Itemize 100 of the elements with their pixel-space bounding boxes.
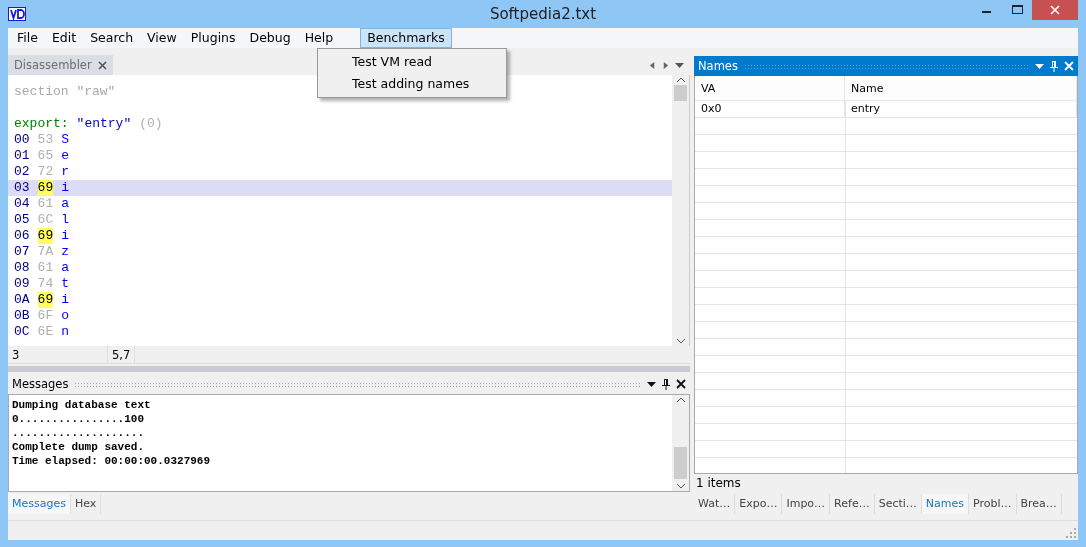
code-row[interactable]: 01 65 e bbox=[8, 148, 672, 164]
panel-tab[interactable]: Messages bbox=[8, 494, 71, 514]
char-text: a bbox=[61, 260, 70, 276]
code-row[interactable]: 02 72 r bbox=[8, 164, 672, 180]
code-row[interactable]: 0A 69 i bbox=[8, 292, 672, 308]
code-row[interactable]: 0B 6F o bbox=[8, 308, 672, 324]
scroll-up-icon[interactable] bbox=[676, 77, 685, 82]
panel-tab[interactable]: Expo… bbox=[735, 494, 783, 514]
offset-text: 0A bbox=[14, 292, 30, 308]
offset-text: 05 bbox=[14, 212, 30, 228]
window-title: Softpedia2.txt bbox=[489, 5, 597, 23]
column-header[interactable]: VA bbox=[695, 76, 845, 101]
offset-text: 0C bbox=[14, 324, 30, 340]
char-text: z bbox=[61, 244, 70, 260]
pin-icon[interactable] bbox=[662, 378, 670, 390]
panel-tab[interactable]: Wat… bbox=[694, 494, 736, 514]
scrollbar[interactable] bbox=[672, 395, 689, 491]
code-row[interactable]: 06 69 i bbox=[8, 228, 672, 244]
scroll-down-icon[interactable] bbox=[676, 484, 685, 489]
code-row[interactable]: 05 6C l bbox=[8, 212, 672, 228]
resize-grip-icon[interactable] bbox=[1066, 528, 1076, 538]
char-text: e bbox=[61, 148, 70, 164]
menu-item[interactable]: Debug bbox=[242, 28, 298, 48]
panel-title: Messages bbox=[12, 377, 69, 391]
char-text: n bbox=[61, 324, 70, 340]
char-text: l bbox=[61, 212, 70, 228]
menu-entry[interactable]: Test VM read bbox=[318, 51, 506, 73]
hex-byte: 6F bbox=[37, 308, 54, 324]
offset-text: 00 bbox=[14, 132, 30, 148]
char-text: a bbox=[61, 196, 70, 212]
char-text: r bbox=[61, 164, 70, 180]
offset-text: 0B bbox=[14, 308, 30, 324]
code-row[interactable]: 0C 6E n bbox=[8, 324, 672, 340]
table-cell: 0x0 bbox=[695, 101, 845, 118]
menu-item[interactable]: Edit bbox=[44, 28, 84, 48]
code-row[interactable]: 07 7A z bbox=[8, 244, 672, 260]
char-text: i bbox=[61, 180, 70, 196]
code-row[interactable]: 08 61 a bbox=[8, 260, 672, 276]
char-text: o bbox=[61, 308, 70, 324]
menu-item[interactable]: Benchmarks bbox=[360, 28, 452, 48]
code-row[interactable]: 00 53 S bbox=[8, 132, 672, 148]
hex-byte: 6E bbox=[37, 324, 54, 340]
menu-item[interactable]: Search bbox=[83, 28, 141, 48]
close-icon bbox=[1050, 5, 1060, 15]
menu-item[interactable]: Plugins bbox=[183, 28, 243, 48]
hex-byte: 7A bbox=[37, 244, 54, 260]
right-arrow-icon[interactable] bbox=[662, 61, 669, 69]
hex-byte: 61 bbox=[37, 196, 54, 212]
message-line: .................... bbox=[12, 426, 146, 440]
code-row[interactable]: 04 61 a bbox=[8, 196, 672, 212]
menu-entry[interactable]: Test adding names bbox=[318, 73, 506, 95]
panel-tab[interactable]: Hex bbox=[70, 494, 102, 514]
dropdown-icon[interactable] bbox=[647, 381, 656, 387]
char-text: S bbox=[61, 132, 70, 148]
document-tab[interactable]: Disassembler bbox=[8, 55, 113, 75]
panel-tab[interactable]: Probl… bbox=[969, 494, 1017, 514]
left-arrow-icon[interactable] bbox=[649, 61, 656, 69]
status-field: 5,7 bbox=[108, 346, 136, 363]
status-field: 3 bbox=[8, 346, 108, 363]
scroll-down-icon[interactable] bbox=[676, 339, 685, 344]
scroll-thumb[interactable] bbox=[674, 85, 687, 101]
menu-item[interactable]: View bbox=[140, 28, 184, 48]
offset-text: 03 bbox=[14, 180, 30, 196]
column-header[interactable]: Name bbox=[845, 76, 1077, 101]
offset-text: 01 bbox=[14, 148, 30, 164]
hex-byte: 69 bbox=[37, 292, 54, 308]
panel-tab[interactable]: Brea… bbox=[1016, 494, 1062, 514]
scroll-thumb[interactable] bbox=[674, 447, 687, 479]
char-text: t bbox=[61, 276, 70, 292]
message-line: Complete dump saved. bbox=[12, 440, 146, 454]
maximize-icon bbox=[1011, 5, 1023, 15]
offset-text: 09 bbox=[14, 276, 30, 292]
panel-tab[interactable]: Secti… bbox=[874, 494, 922, 514]
hex-byte: 65 bbox=[37, 148, 54, 164]
panel-tab[interactable]: Refe… bbox=[830, 494, 875, 514]
close-icon[interactable] bbox=[676, 379, 686, 389]
code-row[interactable]: 03 69 i bbox=[8, 180, 672, 196]
hex-byte: 69 bbox=[37, 180, 54, 196]
panel-tab[interactable]: Impo… bbox=[782, 494, 831, 514]
scroll-up-icon[interactable] bbox=[676, 397, 685, 402]
panel-tab[interactable]: Names bbox=[921, 494, 969, 514]
menu-item[interactable]: File bbox=[10, 28, 45, 48]
message-line: Time elapsed: 00:00:00.0327969 bbox=[12, 454, 212, 468]
hex-byte: 61 bbox=[37, 260, 54, 276]
char-text: i bbox=[61, 228, 70, 244]
offset-text: 04 bbox=[14, 196, 30, 212]
code-line: section "raw" bbox=[14, 84, 116, 100]
hex-byte: 53 bbox=[37, 132, 54, 148]
char-text: i bbox=[61, 292, 70, 308]
hex-byte: 6C bbox=[37, 212, 54, 228]
offset-text: 07 bbox=[14, 244, 30, 260]
menu-item[interactable]: Help bbox=[297, 28, 341, 48]
table-cell: entry bbox=[845, 101, 1077, 118]
offset-text: 08 bbox=[14, 260, 30, 276]
message-line: Dumping database text bbox=[12, 398, 152, 412]
code-keyword: export: bbox=[14, 116, 69, 132]
panel-title: Names bbox=[698, 59, 738, 73]
hex-byte: 74 bbox=[37, 276, 54, 292]
code-row[interactable]: 09 74 t bbox=[8, 276, 672, 292]
dropdown-icon[interactable] bbox=[675, 62, 684, 68]
